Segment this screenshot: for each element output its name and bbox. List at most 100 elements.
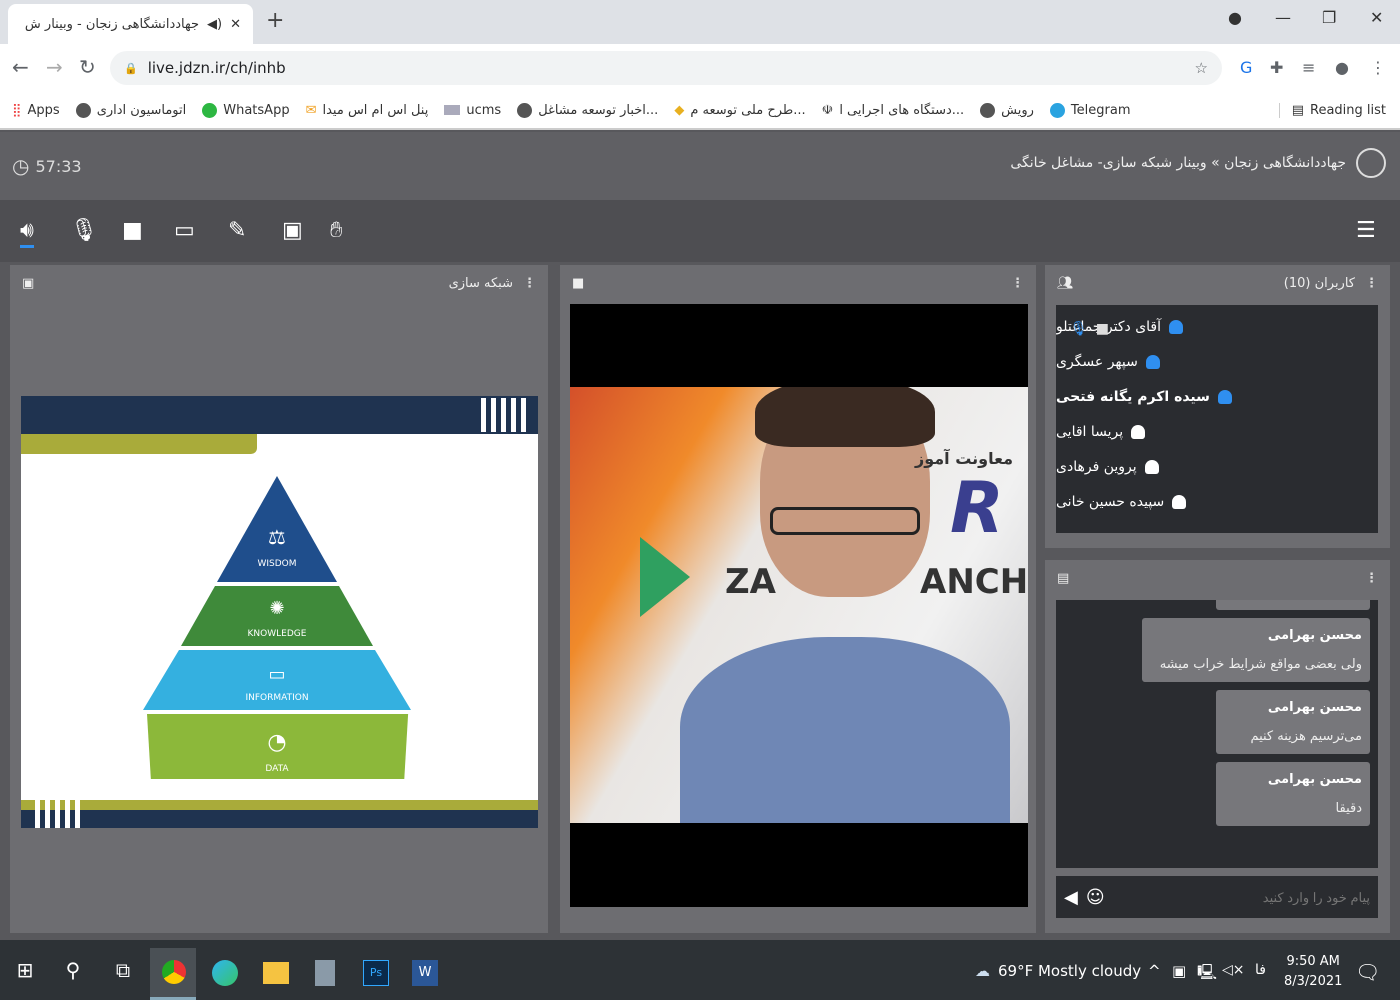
star-icon[interactable]: ☆ xyxy=(1195,59,1208,77)
word-icon[interactable]: W xyxy=(412,960,438,986)
chat-input[interactable] xyxy=(1112,889,1370,905)
chart-icon: ▭ xyxy=(268,664,285,685)
user-row[interactable]: سپهر عسگری xyxy=(1056,344,1378,379)
bookmark-apps[interactable]: ⣿ Apps xyxy=(12,103,60,118)
backdrop-text: ANCH xyxy=(920,562,1028,602)
camera-button[interactable]: ■ xyxy=(122,218,143,243)
speaker-icon[interactable]: ◀) xyxy=(207,17,222,32)
bookmark-rooyesh[interactable]: رویش xyxy=(980,102,1034,118)
video-panel: ■ ⋮ ZA ANCH R معاونت آموز xyxy=(560,265,1036,933)
user-name: پروین فرهادی xyxy=(1056,458,1137,475)
media-icon[interactable]: ≡ xyxy=(1302,58,1315,77)
breadcrumb-text[interactable]: جهاددانشگاهی زنجان » وبینار شبکه سازی- م… xyxy=(1010,155,1346,171)
task-view-icon[interactable]: ⧉ xyxy=(108,955,138,985)
file-explorer-icon[interactable] xyxy=(263,962,289,984)
translate-extension-icon[interactable]: G xyxy=(1240,58,1252,77)
presentation-icon[interactable]: ▣ xyxy=(22,276,34,291)
mail-icon: ✉ xyxy=(305,102,317,118)
network-icon[interactable]: 🖳 xyxy=(1197,962,1217,987)
user-icon xyxy=(1169,319,1184,334)
bookmark-news[interactable]: اخبار توسعه مشاغل... xyxy=(517,102,658,118)
video-header: ■ ⋮ xyxy=(560,265,1036,301)
reading-list[interactable]: ▤ Reading list xyxy=(1278,102,1386,118)
screen-share-button[interactable]: ▭ xyxy=(174,218,195,243)
label-knowledge: KNOWLEDGE xyxy=(248,629,307,639)
photoshop-icon[interactable]: Ps xyxy=(363,960,389,986)
bookmark-agencies[interactable]: ☫ دستگاه های اجرایی ا... xyxy=(822,103,965,118)
user-row[interactable]: پریسا اقایی xyxy=(1056,414,1378,449)
hamburger-menu-icon[interactable]: ☰ xyxy=(1356,218,1376,243)
mic-muted-button[interactable]: 🎙︎ xyxy=(70,218,98,243)
user-media-status: 🎙︎ ■ xyxy=(1070,321,1109,337)
menu-icon[interactable]: ⋮ xyxy=(1370,58,1386,77)
send-icon[interactable]: ◀ xyxy=(1064,887,1078,908)
users-header: 👥︎ کاربران (10) ⋮ xyxy=(1045,265,1390,301)
bookmark-whatsapp[interactable]: WhatsApp xyxy=(202,102,290,118)
forward-icon[interactable]: → xyxy=(46,55,63,79)
presentation-header: ▣ شبکه سازی ⋮ xyxy=(10,265,548,301)
user-row[interactable]: سپیده حسین خانی xyxy=(1056,484,1378,519)
speaker-button[interactable]: 🔊︎ xyxy=(20,218,34,248)
back-icon[interactable]: ← xyxy=(12,55,29,79)
presentation-button[interactable]: ▣ xyxy=(282,218,303,243)
user-row[interactable]: سیده اکرم یگانه فتحی xyxy=(1056,379,1378,414)
slide-accent-band xyxy=(21,434,257,454)
kebab-menu-icon[interactable]: ⋮ xyxy=(1365,276,1378,291)
bookmark-national-plan[interactable]: ◆ طرح ملی توسعه م... xyxy=(674,103,805,118)
microphone-icon: 🎙︎ xyxy=(1070,321,1088,337)
browser-tab[interactable]: جهاددانشگاهی زنجان - وبینار ش ◀) ✕ xyxy=(8,4,253,44)
windows-start-icon[interactable]: ⊞ xyxy=(10,955,40,985)
profile-dot-icon[interactable]: ● xyxy=(1228,8,1242,27)
chat-messages[interactable]: محسن بهرامی ولی بعضی مواقع شرایط خراب میش… xyxy=(1056,600,1378,868)
slide: WISDOM KNOWLEDGE INFORMATION DATA ⚖ ✺ ▭ … xyxy=(21,396,538,828)
close-tab-icon[interactable]: ✕ xyxy=(230,17,241,32)
whiteboard-brush-button[interactable]: ✎ xyxy=(228,218,246,243)
bookmark-telegram[interactable]: Telegram xyxy=(1049,102,1131,118)
volume-muted-icon[interactable]: ◁× xyxy=(1222,962,1245,978)
minimize-button[interactable]: — xyxy=(1275,8,1291,27)
new-tab-button[interactable]: + xyxy=(266,8,284,33)
camera-icon: ■ xyxy=(1095,321,1110,337)
tray-app-icon[interactable]: ▣ xyxy=(1172,962,1186,980)
video-stream[interactable]: ZA ANCH R معاونت آموز xyxy=(570,304,1028,907)
speaker-hair xyxy=(755,387,935,447)
language-indicator[interactable]: فا xyxy=(1255,962,1266,978)
reload-icon[interactable]: ↻ xyxy=(79,55,96,79)
weather-widget[interactable]: ☁ 69°F Mostly cloudy xyxy=(975,962,1141,980)
kebab-menu-icon[interactable]: ⋮ xyxy=(1011,276,1024,291)
label-wisdom: WISDOM xyxy=(257,559,296,569)
bookmark-sms-panel[interactable]: ✉ پنل اس ام اس میدا xyxy=(306,103,429,118)
edge-icon[interactable] xyxy=(212,960,238,986)
telegram-icon xyxy=(1049,102,1065,118)
extensions-icon[interactable]: ✚ xyxy=(1270,58,1283,77)
emoji-icon[interactable]: ☺ xyxy=(1086,887,1105,908)
message-text: می‌ترسیم هزینه کنیم xyxy=(1250,729,1362,744)
bookmark-ucms[interactable]: ucms xyxy=(444,103,501,118)
profile-icon[interactable]: ● xyxy=(1335,58,1349,77)
bookmark-automation[interactable]: اتوماسیون اداری xyxy=(75,102,186,118)
slide-bottom-stripes xyxy=(35,800,85,828)
message-text: ولی بعضی مواقع شرایط خراب میشه xyxy=(1159,657,1362,672)
address-bar[interactable]: 🔒 live.jdzn.ir/ch/inhb ☆ xyxy=(110,51,1222,85)
search-icon[interactable]: ⚲ xyxy=(58,955,88,985)
notifications-icon[interactable]: 🗨︎ xyxy=(1355,960,1380,984)
user-name: پریسا اقایی xyxy=(1056,423,1124,440)
slide-top-band xyxy=(21,396,538,434)
show-hidden-icons-chevron-icon[interactable]: ^ xyxy=(1148,962,1161,980)
chrome-taskbar-button[interactable] xyxy=(150,948,196,1000)
user-name: سیده اکرم یگانه فتحی xyxy=(1056,388,1210,405)
calculator-icon[interactable] xyxy=(315,960,335,986)
message-sender: محسن بهرامی xyxy=(1267,772,1362,787)
clock[interactable]: 9:50 AM 8/3/2021 xyxy=(1284,952,1342,992)
chat-message: محسن بهرامی ولی بعضی مواقع شرایط خراب میش… xyxy=(1142,618,1370,682)
clock-time: 9:50 AM xyxy=(1286,954,1340,969)
restore-button[interactable]: ❐ xyxy=(1322,8,1336,27)
close-window-button[interactable]: ✕ xyxy=(1370,8,1383,27)
timer: ◷ 57:33 xyxy=(12,154,82,178)
chrome-icon xyxy=(162,960,186,984)
kebab-menu-icon[interactable]: ⋮ xyxy=(1365,571,1378,586)
label-information: INFORMATION xyxy=(245,693,308,703)
raise-hand-button[interactable]: ✋︎ xyxy=(330,218,343,243)
kebab-menu-icon[interactable]: ⋮ xyxy=(523,276,536,291)
user-row[interactable]: پروین فرهادی xyxy=(1056,449,1378,484)
